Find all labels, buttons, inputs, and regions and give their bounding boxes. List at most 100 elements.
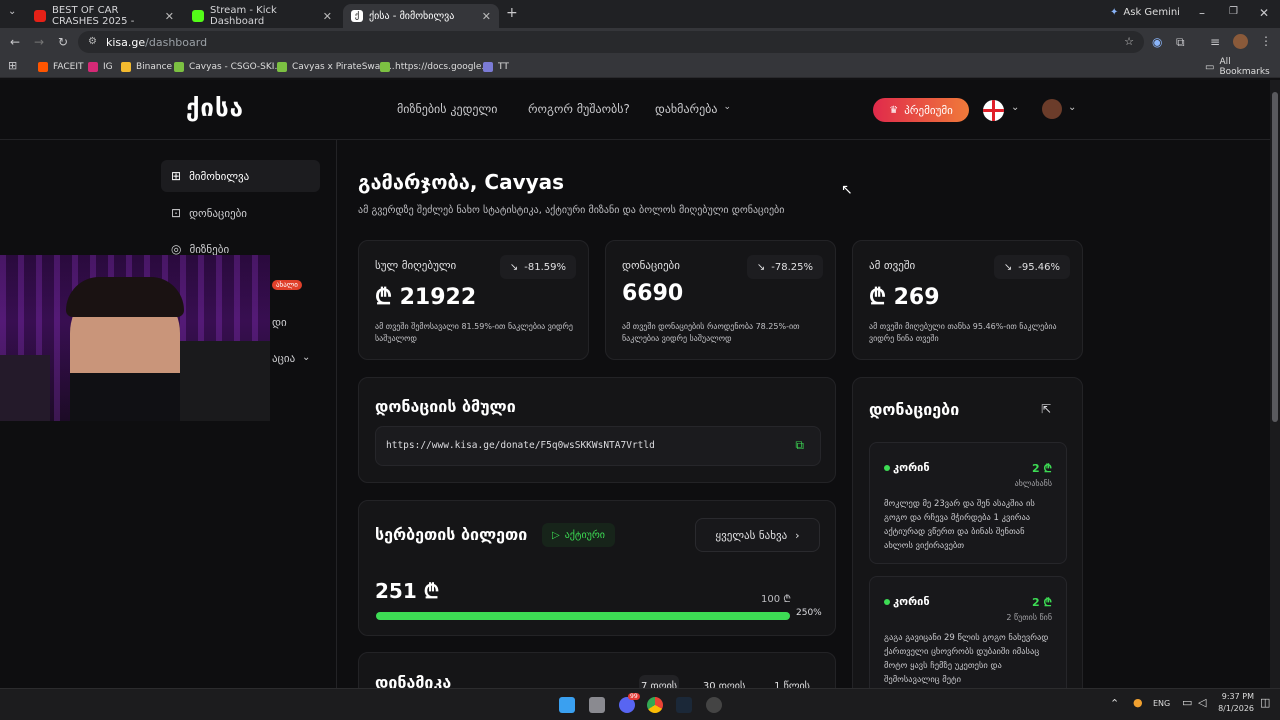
status-label: აქტიური — [564, 529, 605, 541]
mouse-cursor: ↖ — [841, 182, 853, 198]
sidebar-item-partial[interactable]: დი — [272, 316, 287, 329]
streamer-shirt — [70, 373, 190, 421]
all-bookmarks[interactable]: ▭ All Bookmarks — [1205, 57, 1280, 77]
close-icon[interactable]: ✕ — [165, 10, 174, 23]
bookmark-ig[interactable]: IG — [88, 60, 113, 74]
bookmark-cavyas-pirate[interactable]: Cavyas x PirateSwap... — [277, 60, 395, 74]
stat-note: ამ თვეში მიღებული თანხა 95.46%-ით ნაკლებ… — [869, 322, 1057, 343]
bookmark-label: https://docs.google.... — [395, 62, 493, 72]
network-icon[interactable]: ▭ — [1182, 696, 1192, 709]
profile-avatar[interactable] — [1233, 34, 1248, 49]
menu-icon[interactable]: ⋮ — [1260, 35, 1272, 47]
new-tab-button[interactable]: + — [506, 6, 518, 20]
reload-icon[interactable]: ↻ — [58, 36, 68, 48]
donation-item[interactable]: კორინ 2 ₾ ახლახანს მოკლედ მე 23ვარ და შე… — [869, 442, 1067, 564]
kick-icon — [192, 10, 204, 22]
copy-icon[interactable]: ⧉ — [795, 438, 804, 453]
back-icon[interactable]: ← — [10, 36, 20, 48]
view-all-button[interactable]: ყველას ნახვა › — [695, 518, 820, 552]
chrome-icon[interactable] — [647, 697, 663, 713]
minimize-icon[interactable]: – — [1199, 7, 1205, 19]
nav-help-label: დახმარება — [655, 102, 718, 116]
language-flag-icon[interactable] — [983, 100, 1004, 121]
ask-gemini-button[interactable]: ✦ Ask Gemini — [1110, 7, 1180, 18]
site-logo[interactable]: ქისა — [186, 94, 244, 122]
extensions-puzzle-icon[interactable]: ⧉ — [1176, 36, 1185, 48]
sidebar-item-overview[interactable]: ⊞ მიმოხილვა — [161, 160, 320, 192]
obs-icon[interactable] — [706, 697, 722, 713]
windows-taskbar: 99 ⌃ ● ENG ▭ ◁ 9:37 PM 8/1/2026 ◫ — [0, 688, 1280, 720]
clock-date[interactable]: 8/1/2026 — [1216, 704, 1254, 713]
gift-icon: ⊡ — [171, 206, 182, 220]
range-1-year[interactable]: 1 წლის — [763, 675, 821, 688]
instagram-icon — [88, 62, 98, 72]
donation-link-field[interactable]: https://www.kisa.ge/donate/F5q0wsSKKWsNT… — [375, 426, 821, 466]
donor-name-text: კორინ — [893, 461, 930, 474]
stat-card-month: ამ თვეში ↘ -95.46% ₾ 269 ამ თვეში მიღებულ… — [852, 240, 1083, 360]
external-link-icon[interactable]: ⇱ — [1041, 402, 1051, 416]
clock-time[interactable]: 9:37 PM — [1218, 692, 1254, 701]
goal-card: სერბეთის ბილეთი ▷ აქტიური ყველას ნახვა ›… — [358, 500, 836, 636]
page-scrollbar[interactable] — [1270, 80, 1280, 688]
stat-label: დონაციები — [622, 259, 680, 272]
file-explorer-icon[interactable] — [589, 697, 605, 713]
tab-title: Stream - Kick Dashboard — [210, 5, 277, 27]
start-icon[interactable] — [559, 697, 575, 713]
tab-youtube[interactable]: BEST OF CAR CRASHES 2025 - ✕ — [26, 4, 182, 28]
volume-icon[interactable]: ◁ — [1198, 696, 1206, 709]
sidebar-item-donations[interactable]: ⊡ დონაციები — [161, 197, 320, 229]
restore-icon[interactable]: ❐ — [1229, 7, 1238, 17]
webcam-overlay — [0, 255, 270, 421]
bookmark-tt[interactable]: TT — [483, 60, 509, 74]
url-host: kisa.ge — [106, 35, 146, 49]
language-indicator[interactable]: ENG — [1153, 699, 1170, 708]
chevron-down-icon[interactable]: ⌄ — [1068, 102, 1076, 113]
range-30-days[interactable]: 30 დღის — [695, 675, 753, 688]
apps-icon[interactable]: ⊞ — [8, 60, 17, 71]
steam-icon[interactable] — [676, 697, 692, 713]
microphone-arm — [0, 355, 50, 421]
trend-down-icon: ↘ — [1003, 261, 1013, 273]
address-bar[interactable]: ⚙ kisa.ge/dashboard ☆ — [78, 31, 1144, 53]
tab-search-icon[interactable]: ⌄ — [8, 7, 16, 17]
grid-icon: ⊞ — [171, 169, 182, 183]
donation-item[interactable]: კორინ 2 ₾ 2 წუთის წინ გაგა გავიცანი 29 წ… — [869, 576, 1067, 688]
nav-goal-wall[interactable]: მიზნების კედელი — [397, 102, 497, 116]
microphone-icon[interactable]: ● — [1133, 696, 1143, 709]
notification-icon[interactable]: ◫ — [1260, 696, 1270, 709]
bookmark-star-icon[interactable]: ☆ — [1124, 35, 1134, 48]
url-path: /dashboard — [145, 35, 208, 49]
premium-button[interactable]: ♛ პრემიუმი — [873, 98, 969, 122]
bookmark-docs[interactable]: https://docs.google.... — [380, 60, 493, 74]
close-window-icon[interactable]: ✕ — [1259, 7, 1269, 19]
user-avatar[interactable] — [1042, 99, 1062, 119]
site-info-icon[interactable]: ⚙ — [88, 36, 97, 47]
donation-amount: 2 ₾ — [1032, 462, 1052, 475]
bookmark-faceit[interactable]: FACEIT — [38, 60, 83, 74]
forward-icon[interactable]: → — [34, 36, 44, 48]
sidebar-item-partial[interactable]: აცია — [272, 352, 295, 365]
tab-title: BEST OF CAR CRASHES 2025 - — [52, 5, 135, 27]
reading-list-icon[interactable]: ≡ — [1210, 36, 1220, 48]
tray-chevron-icon[interactable]: ⌃ — [1110, 697, 1119, 710]
chevron-down-icon[interactable]: ⌄ — [302, 352, 310, 363]
browser-tab-bar: ⌄ BEST OF CAR CRASHES 2025 - ✕ Stream - … — [0, 0, 1280, 28]
close-icon[interactable]: ✕ — [482, 10, 491, 23]
extension-icon[interactable]: ◉ — [1152, 36, 1162, 48]
scrollbar-thumb[interactable] — [1272, 92, 1278, 422]
premium-label: პრემიუმი — [904, 103, 953, 117]
nav-how-it-works[interactable]: როგორ მუშაობს? — [528, 102, 630, 116]
trend-badge: ↘ -81.59% — [499, 255, 576, 279]
chevron-down-icon[interactable]: ⌄ — [1011, 102, 1019, 113]
bookmark-binance[interactable]: Binance — [121, 60, 172, 74]
gemini-icon: ✦ — [1110, 7, 1119, 18]
tab-kisa[interactable]: ქ ქისა - მიმოხილვა ✕ — [343, 4, 499, 28]
close-icon[interactable]: ✕ — [323, 10, 332, 23]
tab-kick[interactable]: Stream - Kick Dashboard ✕ — [184, 4, 340, 28]
bookmark-cavyas-csgo[interactable]: Cavyas - CSGO-SKI... — [174, 60, 283, 74]
nav-help[interactable]: დახმარება ⌄ — [655, 102, 731, 116]
status-badge: ▷ აქტიური — [542, 523, 615, 547]
range-7-days[interactable]: 7 დღის — [639, 675, 679, 688]
stat-value: ₾ 21922 — [375, 285, 477, 310]
trend-value: -78.25% — [771, 261, 813, 273]
